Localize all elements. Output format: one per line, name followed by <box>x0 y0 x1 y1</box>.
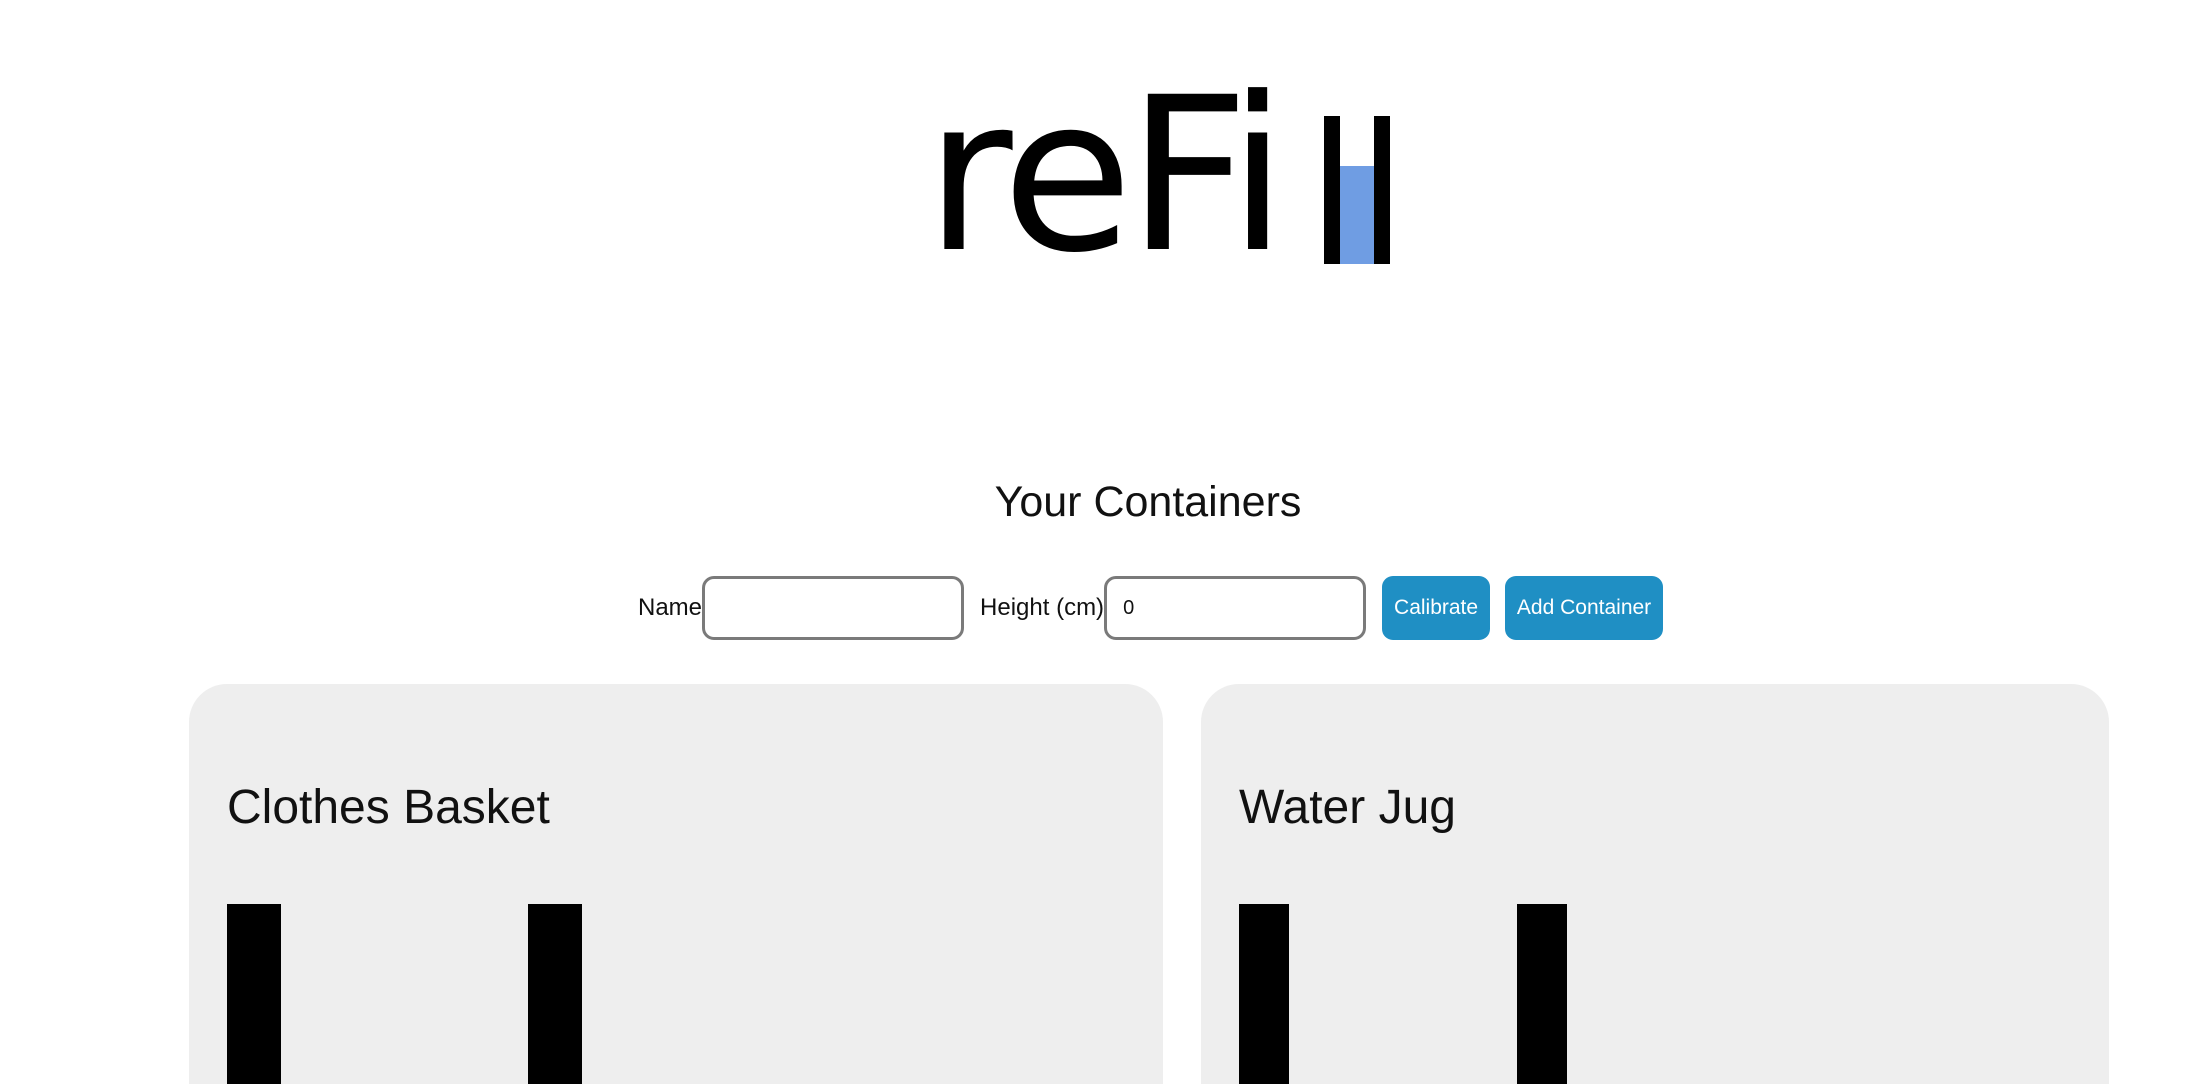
glass-right-wall <box>1374 116 1390 264</box>
page: reFi Your Containers Name Height (cm) Ca… <box>0 0 2196 1084</box>
refill-logo: reFi <box>925 52 1390 300</box>
section-title: Your Containers <box>994 478 1302 526</box>
add-container-form: Name Height (cm) Calibrate Add Container <box>638 576 1664 640</box>
glass-water-fill <box>1340 166 1374 264</box>
calibrate-button[interactable]: Calibrate <box>1382 576 1491 640</box>
container-name: Water Jug <box>1239 781 1456 834</box>
height-input[interactable] <box>1104 576 1367 640</box>
container-left-wall <box>1239 904 1289 1084</box>
height-label: Height (cm) <box>980 594 1105 621</box>
container-left-wall <box>227 904 281 1084</box>
logo-text: reFi <box>925 52 1287 300</box>
container-name: Clothes Basket <box>227 781 550 834</box>
name-input[interactable] <box>702 576 965 640</box>
logo-glass-icon <box>1324 116 1390 264</box>
container-right-wall <box>1517 904 1567 1084</box>
name-label: Name <box>638 594 703 621</box>
container-card: Water Jug <box>1201 684 2109 1084</box>
glass-left-wall <box>1324 116 1340 264</box>
container-card: Clothes Basket <box>189 684 1163 1084</box>
add-container-button[interactable]: Add Container <box>1505 576 1664 640</box>
container-right-wall <box>528 904 582 1084</box>
